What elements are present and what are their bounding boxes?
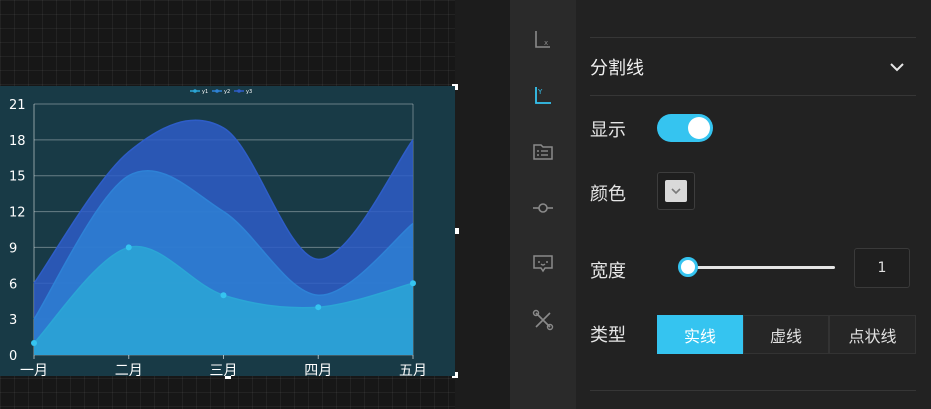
series-point-icon [533, 203, 553, 213]
y-axis-icon: Y [535, 87, 551, 104]
data-point-y1 [315, 304, 322, 311]
y-tick-label: 21 [9, 98, 26, 113]
type-option-dashed[interactable]: 虚线 [743, 315, 829, 354]
tooltip-icon [533, 255, 553, 273]
width-input[interactable]: 1 [854, 248, 910, 288]
property-tabs-rail: x Y [510, 0, 576, 409]
y-tick-label: 6 [9, 277, 17, 292]
x-tick-label: 二月 [115, 363, 143, 376]
data-point-y1 [125, 244, 132, 251]
section-title: 分割线 [590, 58, 644, 79]
toggle-knob [688, 117, 710, 139]
x-tick-label: 三月 [210, 363, 238, 376]
y-tick-label: 12 [9, 206, 26, 221]
area-chart: 0 3 6 9 12 15 18 21 一月 二月 三月 四月 五月 y1 y2 y3 [0, 86, 455, 376]
y-tick-label: 9 [9, 241, 17, 256]
legend-marker [237, 89, 241, 93]
divider [590, 37, 916, 38]
x-tick-label: 五月 [399, 363, 427, 376]
type-option-solid[interactable]: 实线 [657, 315, 743, 354]
y-tick-label: 0 [9, 349, 17, 364]
tab-y-axis[interactable]: Y [510, 68, 576, 124]
show-toggle[interactable] [657, 114, 713, 142]
legend-marker [215, 89, 219, 93]
color-swatch-fill [665, 180, 687, 202]
canvas-scroll-strip [455, 0, 510, 409]
legend-label: y2 [224, 89, 230, 95]
data-point-y1 [220, 292, 227, 299]
y-tick-label: 15 [9, 170, 26, 185]
divider [590, 390, 916, 391]
type-option-dotted[interactable]: 点状线 [829, 315, 916, 354]
svg-text:Y: Y [537, 88, 543, 96]
chevron-down-icon [671, 188, 681, 195]
x-tick-label: 四月 [304, 363, 332, 376]
x-tick-label: 一月 [20, 363, 48, 376]
divider [590, 95, 916, 96]
type-label: 类型 [590, 325, 626, 346]
legend-icon [533, 144, 553, 160]
y-tick-label: 18 [9, 134, 26, 149]
tab-legend[interactable] [510, 124, 576, 180]
data-point-y1 [410, 280, 416, 287]
legend-label: y1 [202, 89, 208, 95]
y-tick-label: 3 [9, 313, 17, 328]
tab-tooltip[interactable] [510, 236, 576, 292]
legend-label: y3 [246, 89, 252, 95]
tab-series[interactable] [510, 180, 576, 236]
tab-tools[interactable] [510, 292, 576, 348]
width-label: 宽度 [590, 261, 626, 282]
tab-x-axis[interactable]: x [510, 12, 576, 68]
color-label: 颜色 [590, 184, 626, 205]
chevron-down-icon[interactable] [886, 56, 908, 78]
svg-text:x: x [544, 39, 548, 47]
show-label: 显示 [590, 120, 626, 141]
properties-panel: 分割线 显示 颜色 宽度 1 类型 实线 虚线 点状线 [576, 0, 931, 409]
data-point-y1 [31, 340, 37, 347]
tools-icon [532, 309, 554, 331]
x-axis-icon: x [535, 31, 550, 48]
color-picker[interactable] [657, 172, 695, 210]
legend-marker [193, 89, 197, 93]
width-slider-track[interactable] [689, 266, 835, 269]
width-slider-thumb[interactable] [678, 257, 698, 277]
